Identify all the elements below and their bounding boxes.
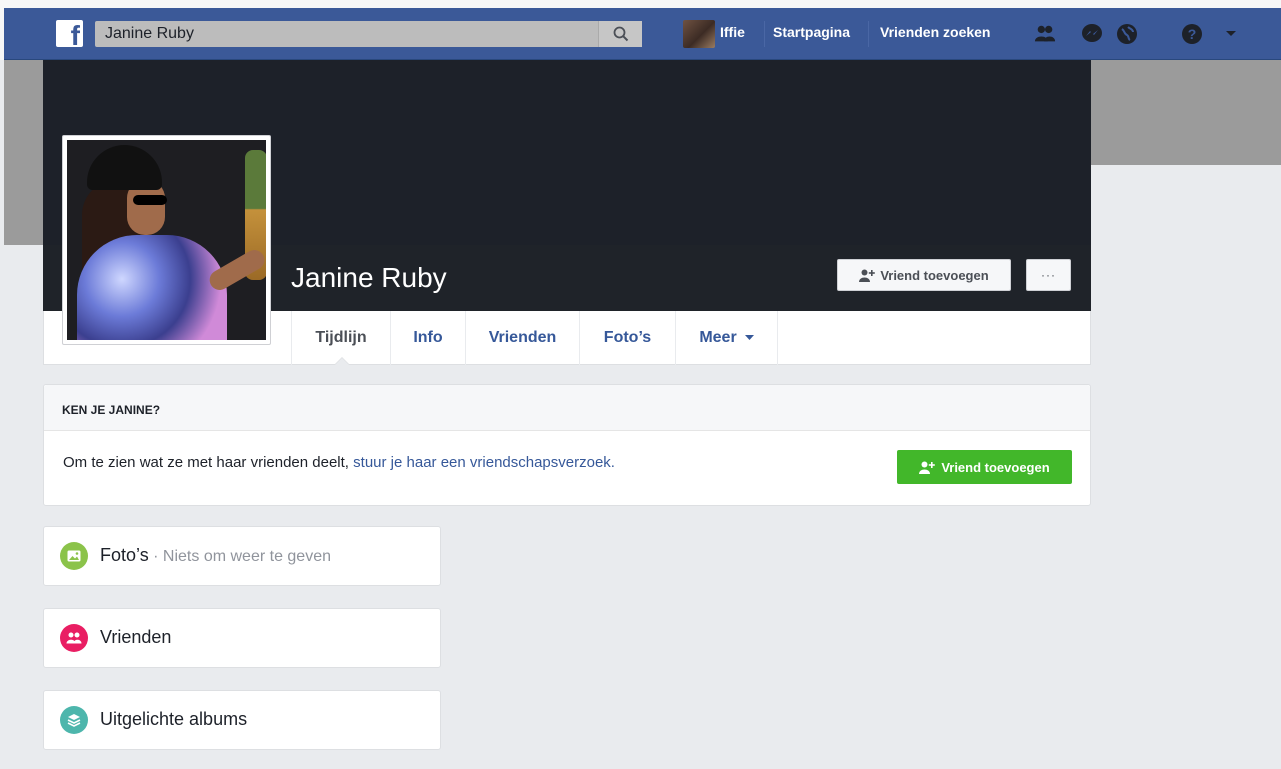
nav-divider — [868, 21, 869, 47]
prompt-text-body: Om te zien wat ze met haar vrienden deel… — [63, 454, 349, 471]
prompt-heading: KEN JE JANINE? — [44, 385, 1090, 431]
friends-card-title: Vrienden — [100, 627, 172, 647]
tab-more[interactable]: Meer — [675, 311, 778, 365]
user-avatar[interactable] — [683, 20, 715, 48]
notifications-globe-icon[interactable] — [1116, 23, 1138, 45]
facebook-logo-icon[interactable]: f — [56, 20, 83, 47]
sunglasses-graphic — [133, 195, 167, 205]
tab-info[interactable]: Info — [390, 311, 465, 365]
tab-label: Foto’s — [603, 329, 652, 346]
nav-divider — [764, 21, 765, 47]
tab-label: Info — [413, 329, 443, 346]
send-friend-request-link[interactable]: stuur je haar een vriendschapsverzoek. — [353, 454, 615, 471]
add-friend-icon — [859, 269, 876, 282]
add-friend-button[interactable]: Vriend toevoegen — [837, 259, 1011, 291]
albums-card-title: Uitgelichte albums — [100, 709, 248, 729]
tab-label: Vrienden — [488, 329, 557, 346]
albums-stack-icon — [60, 706, 88, 734]
friend-request-prompt-card: KEN JE JANINE? Om te zien wat ze met haa… — [43, 384, 1091, 506]
user-name-link[interactable]: Iffie — [720, 24, 745, 40]
friends-card[interactable]: Vrienden — [43, 608, 441, 668]
more-options-button[interactable]: ··· — [1026, 259, 1071, 291]
search-icon — [613, 26, 628, 42]
search-field-container — [95, 21, 642, 47]
tab-label: Meer — [699, 329, 737, 346]
shirt-graphic — [77, 235, 227, 340]
find-friends-link[interactable]: Vrienden zoeken — [880, 24, 990, 40]
svg-text:?: ? — [1188, 26, 1197, 42]
friend-requests-icon[interactable] — [1034, 23, 1056, 45]
tab-friends[interactable]: Vrienden — [465, 311, 579, 365]
tab-label: Tijdlijn — [315, 329, 367, 346]
active-tab-indicator — [335, 358, 349, 365]
profile-picture — [67, 140, 266, 340]
prompt-text: Om te zien wat ze met haar vrienden deel… — [63, 454, 615, 471]
photos-title: Foto’s — [100, 545, 149, 565]
help-icon[interactable]: ? — [1181, 23, 1203, 45]
cap-graphic — [87, 145, 162, 190]
tab-photos[interactable]: Foto’s — [579, 311, 675, 365]
photos-card-title: Foto’s · Niets om weer te geven — [100, 545, 331, 566]
friends-icon — [60, 624, 88, 652]
search-input[interactable] — [95, 21, 605, 47]
featured-albums-card[interactable]: Uitgelichte albums — [43, 690, 441, 750]
nav-divider — [1154, 21, 1155, 47]
photos-empty-note: · Niets om weer te geven — [148, 548, 331, 565]
profile-picture-frame[interactable] — [62, 135, 271, 345]
add-friend-primary-label: Vriend toevoegen — [941, 459, 1050, 475]
add-friend-icon — [919, 461, 936, 474]
messenger-icon[interactable] — [1081, 23, 1103, 45]
profile-name[interactable]: Janine Ruby — [291, 262, 447, 294]
add-friend-button-label: Vriend toevoegen — [880, 267, 989, 283]
top-navigation-bar: f Iffie Startpagina Vrienden zoeken — [4, 8, 1281, 60]
more-options-icon: ··· — [1041, 268, 1056, 282]
photos-card[interactable]: Foto’s · Niets om weer te geven — [43, 526, 441, 586]
search-button[interactable] — [598, 21, 642, 47]
photos-icon — [60, 542, 88, 570]
home-link[interactable]: Startpagina — [773, 24, 850, 40]
chevron-down-icon — [744, 335, 754, 340]
add-friend-primary-button[interactable]: Vriend toevoegen — [897, 450, 1072, 484]
account-menu-chevron-down-icon[interactable] — [1220, 23, 1242, 45]
